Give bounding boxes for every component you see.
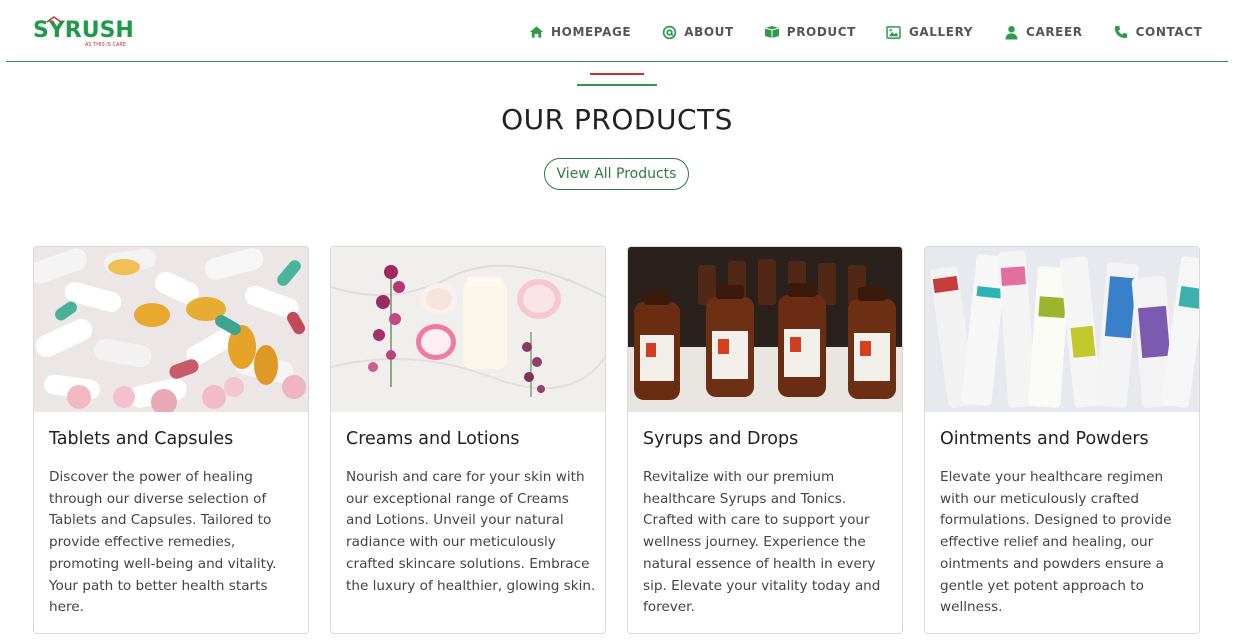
main-nav: HOMEPAGE ABOUT PRODUCT GALLERY CAREER CO… bbox=[528, 22, 1202, 42]
section-title: OUR PRODUCTS bbox=[501, 103, 733, 136]
box-icon bbox=[764, 24, 780, 40]
nav-item-contact[interactable]: CONTACT bbox=[1113, 22, 1203, 42]
nav-label: CONTACT bbox=[1135, 25, 1203, 39]
product-description: Revitalize with our premium healthcare S… bbox=[643, 469, 881, 616]
product-title: Syrups and Drops bbox=[643, 429, 799, 449]
tablets-image bbox=[34, 247, 308, 412]
product-description: Discover the power of healing through ou… bbox=[49, 469, 277, 616]
user-icon bbox=[1003, 24, 1019, 40]
brand-tagline: AS THIS IS CARE bbox=[85, 42, 127, 48]
nav-item-product[interactable]: PRODUCT bbox=[764, 22, 856, 42]
home-icon bbox=[528, 24, 544, 40]
product-card-tablets[interactable]: Tablets and Capsules Discover the power … bbox=[33, 246, 309, 634]
products-grid: Tablets and Capsules Discover the power … bbox=[33, 246, 1200, 634]
product-description: Nourish and care for your skin with our … bbox=[346, 469, 596, 594]
syrups-image bbox=[628, 247, 902, 412]
header-divider bbox=[6, 61, 1228, 62]
brand-logo[interactable]: SYRUSH AS THIS IS CARE bbox=[33, 16, 134, 48]
site-header: SYRUSH AS THIS IS CARE HOMEPAGE ABOUT PR… bbox=[0, 0, 1234, 62]
nav-label: HOMEPAGE bbox=[551, 25, 632, 39]
title-decoration bbox=[577, 73, 657, 87]
ointments-image bbox=[925, 247, 1199, 412]
nav-label: GALLERY bbox=[908, 25, 974, 39]
logo-star-icon bbox=[46, 16, 62, 23]
nav-item-about[interactable]: ABOUT bbox=[661, 22, 734, 42]
decoration-red-line bbox=[590, 73, 644, 75]
product-card-ointments[interactable]: Ointments and Powders Elevate your healt… bbox=[924, 246, 1200, 634]
product-title: Tablets and Capsules bbox=[49, 429, 234, 449]
product-title: Creams and Lotions bbox=[346, 429, 520, 449]
product-description: Elevate your healthcare regimen with our… bbox=[940, 469, 1172, 616]
creams-image bbox=[331, 247, 605, 412]
product-card-syrups[interactable]: Syrups and Drops Revitalize with our pre… bbox=[627, 246, 903, 634]
nav-label: CAREER bbox=[1026, 25, 1083, 39]
decoration-green-line bbox=[577, 84, 657, 86]
nav-item-career[interactable]: CAREER bbox=[1003, 22, 1083, 42]
phone-icon bbox=[1113, 24, 1129, 40]
product-card-creams[interactable]: Creams and Lotions Nourish and care for … bbox=[330, 246, 606, 634]
at-icon bbox=[661, 24, 677, 40]
nav-item-homepage[interactable]: HOMEPAGE bbox=[528, 22, 631, 42]
product-title: Ointments and Powders bbox=[940, 429, 1149, 449]
nav-label: PRODUCT bbox=[786, 25, 856, 39]
nav-label: ABOUT bbox=[684, 25, 734, 39]
nav-item-gallery[interactable]: GALLERY bbox=[886, 22, 973, 42]
view-all-products-button[interactable]: View All Products bbox=[544, 158, 689, 190]
image-icon bbox=[886, 24, 902, 40]
